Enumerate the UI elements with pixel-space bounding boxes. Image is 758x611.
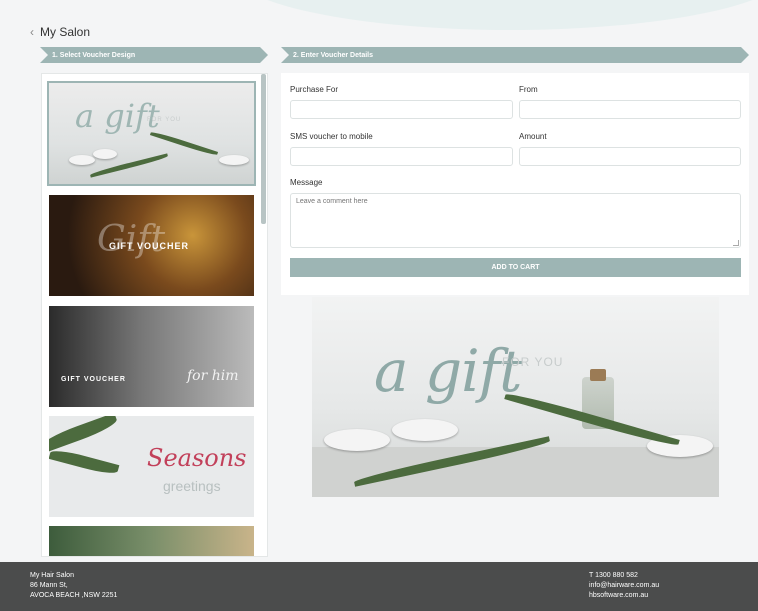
message-label: Message: [290, 178, 323, 187]
from-label: From: [519, 85, 538, 94]
purchase-for-label: Purchase For: [290, 85, 339, 94]
add-to-cart-button[interactable]: ADD TO CART: [290, 258, 741, 277]
sms-label: SMS voucher to mobile: [290, 132, 373, 141]
message-field-wrapper: [290, 193, 741, 248]
voucher-design-a-gift[interactable]: a gift FOR YOU: [47, 81, 256, 186]
sms-mobile-input[interactable]: [290, 147, 513, 166]
step-enter-details-banner: 2. Enter Voucher Details: [281, 47, 749, 63]
voucher-label: GIFT VOUCHER: [109, 241, 190, 251]
preview-script: a gift: [374, 337, 522, 405]
step-label: 1. Select Voucher Design: [52, 51, 136, 59]
message-textarea[interactable]: [290, 193, 741, 248]
amount-input[interactable]: [519, 147, 741, 166]
foliage-graphic: [49, 416, 119, 454]
voucher-preview-image: a gift FOR YOU: [312, 297, 719, 497]
candle-graphic: [392, 419, 458, 441]
breadcrumb: ‹ My Salon: [30, 22, 90, 42]
voucher-label: FOR YOU: [147, 117, 182, 123]
preview-subtitle: FOR YOU: [502, 355, 564, 369]
step-label: 2. Enter Voucher Details: [293, 51, 374, 59]
voucher-script: for him: [187, 368, 239, 384]
voucher-design-list[interactable]: a gift FOR YOU Gift GIFT VOUCHER GIFT VO…: [41, 73, 268, 557]
candle-graphic: [93, 149, 117, 159]
salon-name: My Hair Salon: [30, 572, 74, 579]
footer: My Hair Salon 86 Mann St, AVOCA BEACH ,N…: [0, 562, 758, 611]
phone-text: T 1300 880 582: [589, 572, 638, 579]
step-select-design-banner: 1. Select Voucher Design: [40, 47, 268, 63]
candle-graphic: [219, 155, 249, 165]
voucher-label: GIFT VOUCHER: [61, 376, 126, 383]
footer-address: My Hair Salon 86 Mann St, AVOCA BEACH ,N…: [30, 571, 117, 601]
background-decoration: [230, 0, 758, 30]
voucher-design-seasons-greetings[interactable]: Seasons greetings: [49, 416, 254, 517]
amount-label: Amount: [519, 132, 547, 141]
resize-handle-icon[interactable]: [733, 240, 739, 246]
cork-graphic: [590, 369, 606, 381]
voucher-design-gift-voucher-gold[interactable]: Gift GIFT VOUCHER: [49, 195, 254, 296]
tray-graphic: [312, 447, 719, 497]
voucher-script: Gift: [97, 219, 166, 260]
foliage-graphic: [49, 447, 120, 477]
website-link[interactable]: hbsoftware.com.au: [589, 591, 659, 601]
voucher-script: a gift: [75, 97, 160, 135]
foliage-graphic: [149, 130, 219, 157]
scrollbar[interactable]: [261, 74, 266, 224]
voucher-design-christmas[interactable]: [49, 526, 254, 556]
email-link[interactable]: info@hairware.com.au: [589, 581, 659, 591]
chevron-left-icon[interactable]: ‹: [30, 25, 34, 39]
page-title[interactable]: My Salon: [40, 25, 90, 39]
salon-city: AVOCA BEACH ,NSW 2251: [30, 592, 118, 599]
candle-graphic: [324, 429, 390, 451]
footer-contact: T 1300 880 582 info@hairware.com.au hbso…: [589, 571, 659, 601]
from-input[interactable]: [519, 100, 741, 119]
voucher-script: Seasons: [147, 444, 247, 472]
salon-street: 86 Mann St,: [30, 582, 68, 589]
purchase-for-input[interactable]: [290, 100, 513, 119]
voucher-label: greetings: [163, 478, 221, 494]
voucher-design-for-him[interactable]: GIFT VOUCHER for him: [49, 306, 254, 407]
candle-graphic: [69, 155, 95, 165]
